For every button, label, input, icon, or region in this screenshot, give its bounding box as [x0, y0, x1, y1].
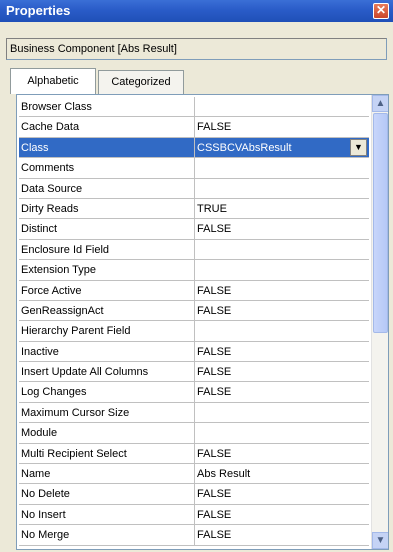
- property-row[interactable]: Name Abs Result: [19, 464, 369, 485]
- property-value[interactable]: FALSE: [195, 484, 369, 503]
- property-value-text: FALSE: [197, 508, 232, 521]
- property-row[interactable]: Comments: [19, 158, 369, 179]
- property-name[interactable]: Maximum Cursor Size: [19, 402, 195, 423]
- property-row[interactable]: No Insert FALSE: [19, 504, 369, 526]
- property-value[interactable]: FALSE: [195, 525, 369, 544]
- property-value[interactable]: TRUE: [195, 199, 369, 218]
- property-value[interactable]: FALSE: [195, 382, 369, 401]
- property-row[interactable]: Enclosure Id Field: [19, 239, 369, 261]
- property-grid: Browser Class Cache Data FALSE Class CSSBCVA…: [16, 94, 389, 550]
- property-row[interactable]: Hierarchy Parent Field: [19, 321, 369, 342]
- property-name[interactable]: No Insert: [19, 504, 195, 525]
- property-value[interactable]: [195, 97, 369, 116]
- property-row[interactable]: Multi Recipient Select FALSE: [19, 443, 369, 465]
- dropdown-arrow-icon[interactable]: ▼: [350, 138, 367, 156]
- tab-alphabetic[interactable]: Alphabetic: [10, 68, 96, 94]
- property-name[interactable]: Hierarchy Parent Field: [19, 321, 195, 341]
- property-name[interactable]: Distinct: [19, 219, 195, 239]
- property-value-text: FALSE: [197, 304, 232, 317]
- scroll-thumb[interactable]: [373, 113, 388, 333]
- property-name[interactable]: Enclosure Id Field: [19, 239, 195, 260]
- property-name[interactable]: GenReassignAct: [19, 300, 195, 321]
- property-value-text: CSSBCVAbsResult: [197, 141, 292, 154]
- property-value[interactable]: FALSE: [195, 444, 369, 463]
- property-row[interactable]: Log Changes FALSE: [19, 382, 369, 403]
- property-name[interactable]: Cache Data: [19, 117, 195, 137]
- property-name[interactable]: Data Source: [19, 178, 195, 198]
- property-name[interactable]: Dirty Reads: [19, 198, 195, 219]
- property-value[interactable]: CSSBCVAbsResult ▼: [195, 137, 369, 158]
- property-row[interactable]: Cache Data FALSE: [19, 117, 369, 138]
- property-value[interactable]: [195, 321, 369, 340]
- property-row[interactable]: Browser Class: [19, 97, 369, 118]
- property-list: Browser Class Cache Data FALSE Class CSSBCVA…: [19, 97, 369, 546]
- property-value-text: FALSE: [197, 529, 232, 542]
- property-value-text: FALSE: [197, 366, 232, 379]
- property-value[interactable]: [195, 158, 369, 177]
- property-value-text: FALSE: [197, 447, 232, 460]
- close-icon[interactable]: ✕: [373, 3, 389, 19]
- property-name[interactable]: Force Active: [19, 280, 195, 300]
- property-row[interactable]: Insert Update All Columns FALSE: [19, 362, 369, 383]
- property-name[interactable]: Insert Update All Columns: [19, 362, 195, 382]
- property-value[interactable]: [195, 240, 369, 259]
- property-value[interactable]: FALSE: [195, 281, 369, 300]
- property-value[interactable]: [195, 260, 369, 279]
- property-value[interactable]: Abs Result: [195, 464, 369, 483]
- properties-window: Properties ✕ Business Component [Abs Res…: [0, 0, 393, 552]
- property-name[interactable]: Inactive: [19, 341, 195, 362]
- property-value-text: Abs Result: [197, 468, 251, 481]
- property-name[interactable]: Browser Class: [19, 97, 195, 117]
- property-value-text: FALSE: [197, 284, 232, 297]
- vertical-scrollbar[interactable]: ▲ ▼: [371, 95, 388, 549]
- property-value[interactable]: FALSE: [195, 505, 369, 524]
- property-row[interactable]: No Delete FALSE: [19, 484, 369, 505]
- property-value[interactable]: [195, 423, 369, 442]
- property-value-text: FALSE: [197, 345, 232, 358]
- property-row[interactable]: Module: [19, 423, 369, 444]
- property-name[interactable]: No Merge: [19, 525, 195, 545]
- property-row[interactable]: GenReassignAct FALSE: [19, 300, 369, 322]
- property-row[interactable]: Inactive FALSE: [19, 341, 369, 363]
- property-name[interactable]: Class: [19, 137, 195, 158]
- property-value[interactable]: FALSE: [195, 219, 369, 238]
- scroll-up-icon[interactable]: ▲: [372, 95, 388, 112]
- object-selector[interactable]: Business Component [Abs Result]: [6, 38, 387, 60]
- property-value[interactable]: FALSE: [195, 342, 369, 361]
- title-bar: Properties ✕: [0, 0, 393, 22]
- property-value[interactable]: FALSE: [195, 301, 369, 320]
- property-row[interactable]: Class CSSBCVAbsResult ▼: [19, 137, 369, 159]
- scroll-down-icon[interactable]: ▼: [372, 532, 388, 549]
- property-row[interactable]: Maximum Cursor Size: [19, 402, 369, 424]
- property-value[interactable]: [195, 179, 369, 198]
- property-name[interactable]: No Delete: [19, 484, 195, 504]
- property-name[interactable]: Module: [19, 423, 195, 443]
- window-title: Properties: [6, 3, 71, 18]
- property-row[interactable]: Distinct FALSE: [19, 219, 369, 240]
- tab-strip: Alphabetic Categorized: [10, 68, 390, 94]
- property-value-text: FALSE: [197, 488, 232, 501]
- property-name[interactable]: Extension Type: [19, 260, 195, 280]
- property-value-text: FALSE: [197, 386, 232, 399]
- property-row[interactable]: Force Active FALSE: [19, 280, 369, 301]
- property-name[interactable]: Log Changes: [19, 382, 195, 402]
- property-row[interactable]: Dirty Reads TRUE: [19, 198, 369, 220]
- property-value-text: TRUE: [197, 202, 227, 215]
- property-name[interactable]: Comments: [19, 158, 195, 178]
- property-value-text: FALSE: [197, 223, 232, 236]
- property-row[interactable]: Data Source: [19, 178, 369, 199]
- property-value[interactable]: FALSE: [195, 117, 369, 136]
- property-value[interactable]: FALSE: [195, 362, 369, 381]
- property-row[interactable]: Extension Type: [19, 260, 369, 281]
- property-row[interactable]: No Merge FALSE: [19, 525, 369, 546]
- tab-categorized[interactable]: Categorized: [98, 70, 184, 94]
- property-value-text: FALSE: [197, 121, 232, 134]
- property-name[interactable]: Name: [19, 464, 195, 484]
- property-name[interactable]: Multi Recipient Select: [19, 443, 195, 464]
- property-value[interactable]: [195, 403, 369, 422]
